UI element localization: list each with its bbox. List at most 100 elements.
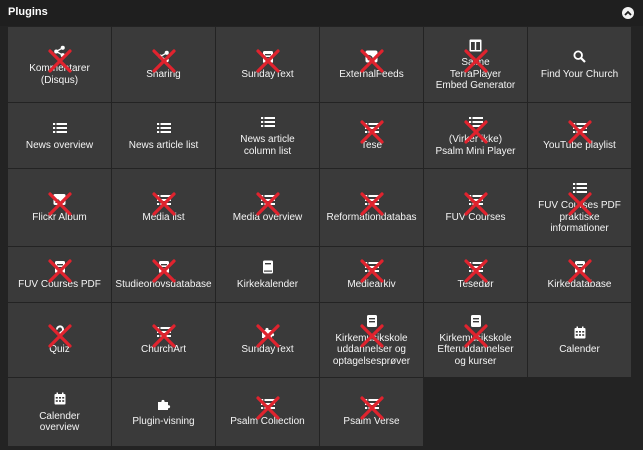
list-icon — [260, 114, 275, 130]
list-icon — [364, 120, 379, 136]
plugin-tile-psalm-collection[interactable]: Psalm Collection — [216, 378, 319, 446]
plugin-tile-tese[interactable]: Tese — [320, 103, 423, 168]
plugin-tile-label: Kirkekalender — [236, 278, 299, 290]
plugin-tile-flickr-album[interactable]: Flickr Album — [8, 169, 111, 246]
plugin-tile-label: SundayText — [241, 344, 294, 356]
question-icon — [54, 324, 66, 340]
plugin-tile-label: YouTube playlist — [543, 139, 616, 151]
plugin-tile-label: Kirkemusikskole Efteruddannelser og kurs… — [437, 332, 514, 367]
share-icon — [53, 43, 66, 59]
plugin-tile-label: (Virker ikke) Psalm Mini Player — [435, 134, 516, 157]
plugin-tile-calender[interactable]: Calender — [528, 303, 631, 377]
plugin-tile-calender-overview[interactable]: Calender overview — [8, 378, 111, 446]
plugin-tile-label: News article column list — [240, 134, 295, 157]
list-icon — [260, 192, 275, 208]
plugin-tile-kirkekalender[interactable]: Kirkekalender — [216, 247, 319, 302]
plugin-tile-label: Calender overview — [39, 410, 80, 434]
document-icon — [54, 259, 66, 275]
collapse-chevron-up-icon[interactable] — [622, 7, 634, 19]
document-icon — [366, 313, 378, 329]
document-icon — [574, 259, 586, 275]
list-icon — [572, 180, 587, 196]
image-icon — [53, 192, 66, 208]
plugin-tile-label: Psalm Collection — [230, 416, 305, 428]
plugin-tile-label: FUV Courses — [445, 211, 506, 223]
calendar-icon — [574, 324, 586, 340]
plugin-tile-media-overview[interactable]: Media overview — [216, 169, 319, 246]
puzzle-icon — [157, 396, 171, 412]
plugin-tile-kirkemusikskole-efteruddannelser-og-kurser[interactable]: Kirkemusikskole Efteruddannelser og kurs… — [424, 303, 527, 377]
plugin-tile-label: Find Your Church — [540, 68, 619, 80]
plugin-tile-news-overview[interactable]: News overview — [8, 103, 111, 168]
plugin-tile-label: Media overview — [232, 211, 303, 223]
plugins-panel-header: Plugins — [0, 0, 643, 26]
plugin-tile-studieorlovsdatabase[interactable]: Studieorlovsdatabase — [112, 247, 215, 302]
plugin-tile-label: ExternalFeeds — [339, 68, 404, 80]
document-icon — [470, 313, 482, 329]
plugin-tile-reformationdatabas[interactable]: Reformationdatabas — [320, 169, 423, 246]
plugin-tile-kommentarer-disqus[interactable]: Kommentarer (Disqus) — [8, 27, 111, 102]
panel-title: Plugins — [8, 6, 48, 18]
list-icon — [156, 192, 171, 208]
plugin-tile-psalm-verse[interactable]: Psalm Verse — [320, 378, 423, 446]
plugin-tile-label: News article list — [128, 139, 199, 151]
plugin-tile-label: Kirkemusikskole uddannelser og optagelse… — [332, 332, 411, 367]
plugin-tile-label: Kirkedatabase — [547, 278, 612, 290]
document-icon — [158, 259, 170, 275]
plugin-tile-label: Tesedør — [457, 278, 494, 290]
plugin-tile-label: Salme TerraPlayer Embed Generator — [435, 57, 516, 92]
plugin-tile-label: Calender — [559, 344, 600, 356]
plugin-tile-youtube-playlist[interactable]: YouTube playlist — [528, 103, 631, 168]
list-icon — [572, 120, 587, 136]
search-icon — [573, 49, 586, 65]
plugin-tile-fuv-courses-pdf-praktiske-informationer[interactable]: FUV Courses PDF praktiske informationer — [528, 169, 631, 246]
list-icon — [364, 259, 379, 275]
plugin-tile-label: Sharing — [146, 68, 181, 80]
plugin-tile-label: Mediearkiv — [347, 278, 396, 290]
plugin-tile-label: Tese — [360, 139, 383, 151]
plugin-tile-media-list[interactable]: Media list — [112, 169, 215, 246]
plugin-tile-fuv-courses[interactable]: FUV Courses — [424, 169, 527, 246]
plugin-tile-label: Reformationdatabas — [326, 211, 417, 223]
plugin-tile-find-your-church[interactable]: Find Your Church — [528, 27, 631, 102]
list-icon — [156, 324, 171, 340]
plugin-tile-sharing[interactable]: Sharing — [112, 27, 215, 102]
plugin-tile-news-article-list[interactable]: News article list — [112, 103, 215, 168]
plugin-grid: Kommentarer (Disqus) Sharing SundayText Ext… — [8, 27, 631, 446]
list-icon — [468, 114, 483, 130]
share-icon — [157, 49, 170, 65]
plugin-tile-label: Quiz — [49, 344, 70, 356]
plugin-tile-label: ChurchArt — [140, 344, 186, 356]
plugin-tile-quiz[interactable]: Quiz — [8, 303, 111, 377]
plugin-tile-sundaytext[interactable]: SundayText — [216, 303, 319, 377]
calendar-icon — [54, 391, 66, 407]
plugin-tile-tesedør[interactable]: Tesedør — [424, 247, 527, 302]
plugin-tile-externalfeeds[interactable]: ExternalFeeds — [320, 27, 423, 102]
plugin-tile-label: FUV Courses PDF praktiske informationer — [538, 200, 621, 235]
list-icon — [156, 120, 171, 136]
plugin-tile-sundaytext[interactable]: SundayText — [216, 27, 319, 102]
plugin-tile-kirkedatabase[interactable]: Kirkedatabase — [528, 247, 631, 302]
plugin-tile-news-article-column-list[interactable]: News article column list — [216, 103, 319, 168]
columns-icon — [469, 37, 482, 53]
rss-icon — [365, 49, 378, 65]
list-icon — [260, 396, 275, 412]
plugin-tile-kirkemusikskole-uddannelser-og-optagelsesprøver[interactable]: Kirkemusikskole uddannelser og optagelse… — [320, 303, 423, 377]
plugin-tile-virker-ikke-psalm-mini-player[interactable]: (Virker ikke) Psalm Mini Player — [424, 103, 527, 168]
puzzle-icon — [261, 324, 275, 340]
plugin-tile-label: Kommentarer (Disqus) — [29, 63, 90, 86]
plugin-tile-label: News overview — [25, 139, 94, 151]
document-icon — [262, 49, 274, 65]
plugin-tile-fuv-courses-pdf[interactable]: FUV Courses PDF — [8, 247, 111, 302]
plugin-tile-label: SundayText — [241, 68, 294, 80]
plugin-tile-label: Psalm Verse — [343, 416, 400, 428]
plugin-tile-churchart[interactable]: ChurchArt — [112, 303, 215, 377]
book-icon — [262, 259, 274, 275]
list-icon — [468, 192, 483, 208]
plugin-tile-salme-terraplayer-embed-generator[interactable]: Salme TerraPlayer Embed Generator — [424, 27, 527, 102]
plugin-tile-label: Flickr Album — [32, 211, 87, 223]
plugin-tile-label: FUV Courses PDF — [18, 278, 101, 290]
plugin-tile-mediearkiv[interactable]: Mediearkiv — [320, 247, 423, 302]
plugin-tile-plugin-visning[interactable]: Plugin-visning — [112, 378, 215, 446]
plugin-tile-label: Media list — [142, 211, 185, 223]
